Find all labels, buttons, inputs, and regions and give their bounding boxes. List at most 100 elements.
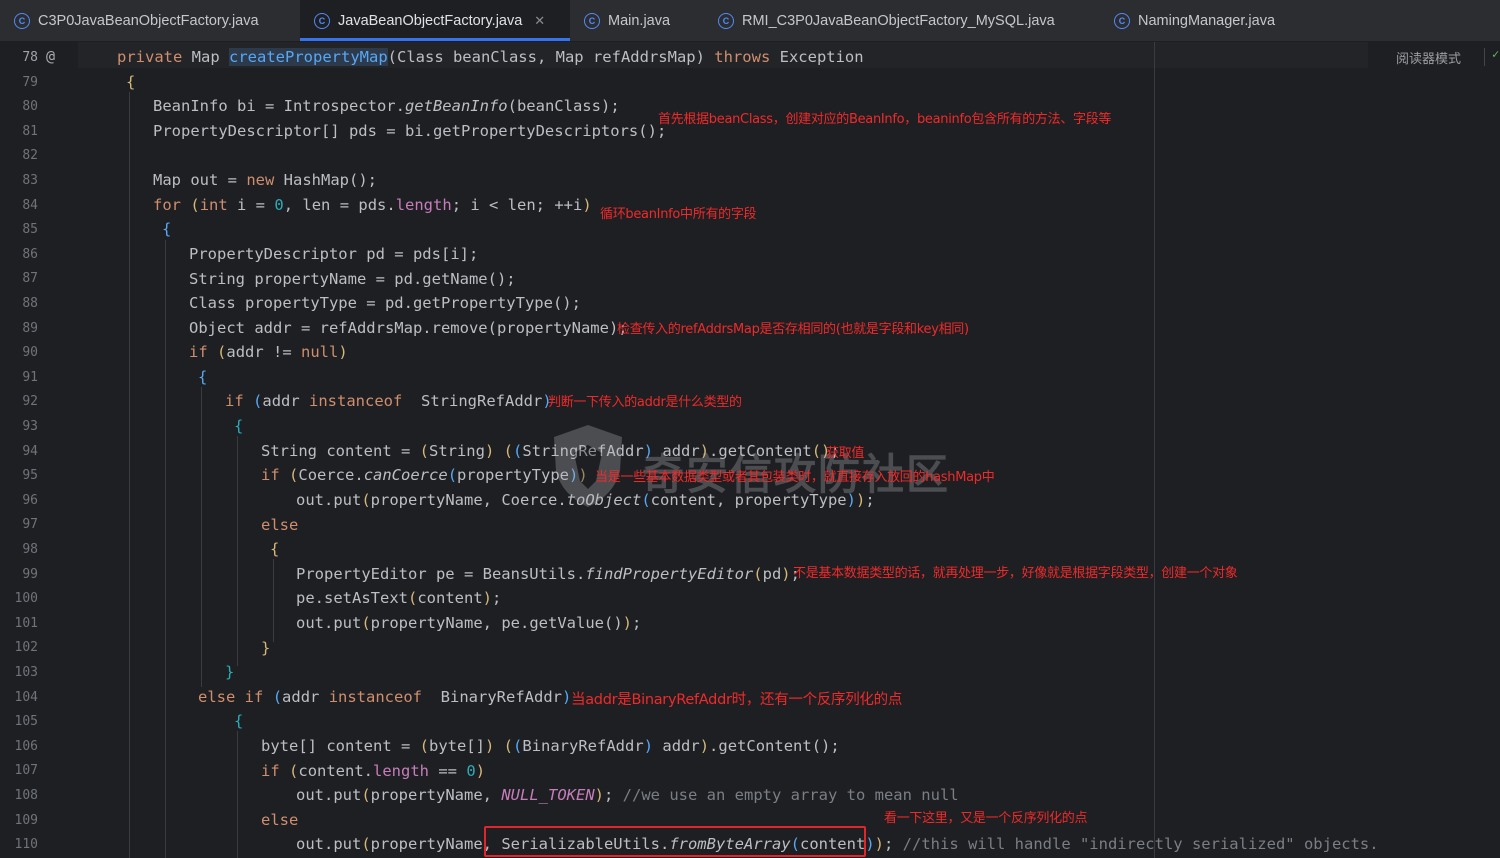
line-number: 101 bbox=[14, 615, 38, 631]
code-line-100: pe.setAsText(content); bbox=[296, 589, 502, 607]
code-line-106: byte[] content = (byte[]) ((BinaryRefAdd… bbox=[261, 737, 840, 755]
code-line-79: { bbox=[126, 73, 136, 91]
close-icon[interactable]: ✕ bbox=[534, 13, 545, 29]
line-number: 93 bbox=[22, 419, 38, 434]
tab-naming-manager[interactable]: C NamingManager.java bbox=[1100, 0, 1318, 41]
line-number: 84 bbox=[22, 197, 38, 213]
code-line-101: out.put(propertyName, pe.getValue()); bbox=[296, 614, 642, 632]
code-line-107: if (content.length == 0) bbox=[261, 762, 486, 780]
code-line-78: private Map createPropertyMap(Class bean… bbox=[117, 48, 864, 66]
line-number: 103 bbox=[14, 665, 38, 680]
annotation-get-value: 获取值 bbox=[826, 446, 865, 461]
code-line-80: BeanInfo bi = Introspector.getBeanInfo(b… bbox=[153, 97, 620, 115]
java-class-icon: C bbox=[718, 12, 734, 29]
line-number: 91 bbox=[22, 369, 38, 385]
line-number: 94 bbox=[22, 443, 38, 459]
code-line-97: else bbox=[261, 516, 299, 534]
tab-rmi-c3p0-mysql[interactable]: C RMI_C3P0JavaBeanObjectFactory_MySQL.ja… bbox=[704, 0, 1098, 41]
java-class-icon: C bbox=[314, 12, 330, 29]
line-number: 86 bbox=[22, 246, 38, 262]
line-number: 89 bbox=[22, 320, 38, 336]
line-number-gutter[interactable]: 78 79 80 81 82 83 84 85 86 87 88 89 90 91 92 93 94 95 96 97… bbox=[0, 42, 78, 858]
divider bbox=[1484, 48, 1485, 66]
line-number: 85 bbox=[22, 222, 38, 238]
tab-main[interactable]: C Main.java bbox=[570, 0, 700, 41]
code-line-90: if (addr != null) bbox=[189, 343, 348, 361]
line-number: 82 bbox=[22, 148, 38, 164]
code-line-87: String propertyName = pd.getName(); bbox=[189, 270, 516, 288]
reader-mode-button[interactable]: 阅读器模式 bbox=[1396, 48, 1461, 67]
tab-label: RMI_C3P0JavaBeanObjectFactory_MySQL.java bbox=[742, 12, 1055, 29]
line-number: 80 bbox=[22, 99, 38, 115]
code-line-85: { bbox=[162, 220, 172, 238]
line-number: 110 bbox=[14, 837, 38, 853]
code-line-109: else bbox=[261, 811, 299, 829]
code-line-92: if (addr instanceof StringRefAddr) bbox=[225, 392, 552, 410]
line-number: 100 bbox=[14, 591, 38, 607]
indent-guide bbox=[165, 240, 166, 858]
line-number: 108 bbox=[14, 788, 38, 803]
line-number: 102 bbox=[14, 640, 38, 656]
line-number: 88 bbox=[22, 296, 38, 311]
line-number: 99 bbox=[22, 566, 38, 582]
indent-guide bbox=[129, 92, 130, 858]
highlight-box bbox=[484, 826, 866, 857]
tab-label: Main.java bbox=[608, 12, 671, 29]
line-number: 106 bbox=[14, 738, 38, 754]
line-number: 90 bbox=[22, 345, 38, 361]
tab-c3p0-javabean-object-factory[interactable]: C C3P0JavaBeanObjectFactory.java bbox=[0, 0, 298, 41]
java-class-icon: C bbox=[1114, 12, 1130, 29]
annotation-addr-type: 判断一下传入的addr是什么类型的 bbox=[548, 395, 742, 410]
indent-guide bbox=[237, 436, 238, 666]
code-editor[interactable]: 78 79 80 81 82 83 84 85 86 87 88 89 90 91 92 93 94 95 96 97… bbox=[0, 42, 1500, 858]
annotation-look-here: 看一下这里，又是一个反序列化的点 bbox=[884, 811, 1088, 826]
code-line-93: { bbox=[234, 417, 244, 435]
code-line-108: out.put(propertyName, NULL_TOKEN); //we … bbox=[296, 786, 959, 804]
code-line-86: PropertyDescriptor pd = pds[i]; bbox=[189, 245, 479, 263]
code-line-88: Class propertyType = pd.getPropertyType(… bbox=[189, 294, 581, 312]
line-number: 96 bbox=[22, 492, 38, 508]
indent-guide bbox=[201, 387, 202, 687]
annotation-beaninfo: 首先根据beanClass，创建对应的BeanInfo，beaninfo包含所有… bbox=[658, 112, 1112, 127]
code-line-83: Map out = new HashMap(); bbox=[153, 171, 377, 189]
line-number: 104 bbox=[14, 689, 38, 705]
editor-tab-bar: C C3P0JavaBeanObjectFactory.java C JavaB… bbox=[0, 0, 1500, 42]
code-line-91: { bbox=[198, 368, 208, 386]
line-number: 81 bbox=[22, 123, 38, 139]
line-number: 97 bbox=[22, 517, 38, 533]
line-number: 109 bbox=[14, 812, 38, 828]
override-icon[interactable]: @ bbox=[46, 47, 55, 65]
tab-javabean-object-factory[interactable]: C JavaBeanObjectFactory.java ✕ bbox=[300, 0, 570, 41]
line-number: 92 bbox=[22, 394, 38, 410]
code-line-102: } bbox=[261, 639, 271, 657]
check-icon: ✓ bbox=[1492, 47, 1500, 61]
java-class-icon: C bbox=[14, 12, 30, 29]
annotation-loop-fields: 循环beanInfo中所有的字段 bbox=[600, 207, 757, 222]
code-line-95: if (Coerce.canCoerce(propertyType)) bbox=[261, 466, 588, 484]
tab-label: JavaBeanObjectFactory.java bbox=[338, 12, 523, 29]
annotation-binary-deserialize: 当addr是BinaryRefAddr时，还有一个反序列化的点 bbox=[571, 692, 903, 708]
code-line-89: Object addr = refAddrsMap.remove(propert… bbox=[189, 319, 628, 337]
tab-label: C3P0JavaBeanObjectFactory.java bbox=[38, 12, 259, 29]
annotation-check-refaddrs: 检查传入的refAddrsMap是否存相同的(也就是字段和key相同) bbox=[617, 322, 969, 337]
indent-guide bbox=[273, 559, 274, 642]
code-line-81: PropertyDescriptor[] pds = bi.getPropert… bbox=[153, 122, 667, 140]
line-number: 87 bbox=[22, 271, 38, 287]
right-margin-guide bbox=[1154, 42, 1155, 858]
code-line-99: PropertyEditor pe = BeansUtils.findPrope… bbox=[296, 565, 800, 583]
line-number: 95 bbox=[22, 468, 38, 484]
line-number: 79 bbox=[22, 74, 38, 90]
line-number: 105 bbox=[14, 714, 38, 730]
code-line-84: for (int i = 0, len = pds.length; i < le… bbox=[153, 196, 592, 214]
line-number: 83 bbox=[22, 173, 38, 188]
line-number: 98 bbox=[22, 542, 38, 557]
indent-guide bbox=[237, 731, 238, 858]
code-line-105: { bbox=[234, 712, 244, 730]
line-number: 78 bbox=[22, 50, 38, 65]
annotation-create-object: 不是基本数据类型的话，就再处理一步，好像就是根据字段类型，创建一个对象 bbox=[793, 566, 1238, 581]
line-number: 107 bbox=[14, 763, 38, 779]
tab-label: NamingManager.java bbox=[1138, 12, 1276, 29]
java-class-icon: C bbox=[584, 12, 600, 29]
annotation-primitive-types: 当是一些基本数据类型或者其包装类时，就直接存入放回的hashMap中 bbox=[595, 470, 995, 485]
code-line-103: } bbox=[225, 663, 235, 681]
